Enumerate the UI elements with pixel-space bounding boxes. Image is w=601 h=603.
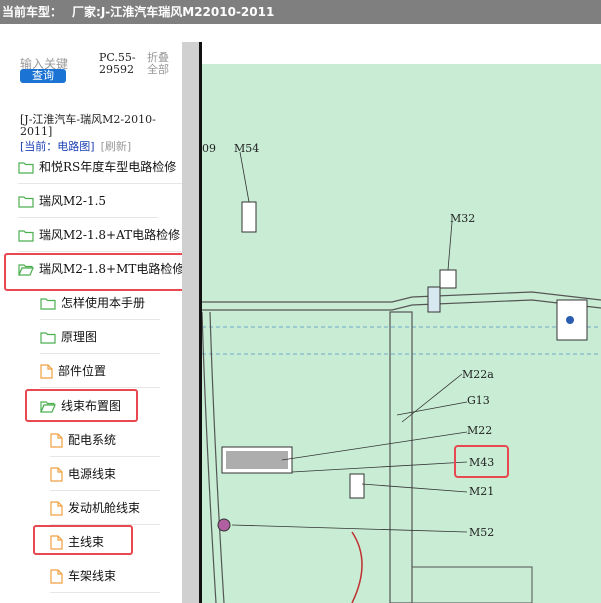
- document-icon: [40, 364, 53, 379]
- callout-m43: M43: [469, 456, 494, 469]
- tree-item-power-distribution[interactable]: 配电系统: [50, 423, 160, 457]
- diagram-viewer[interactable]: 09 M54 M32 M22a G13 M22 M43 M21 M52: [202, 42, 601, 603]
- tree-item-m2-15[interactable]: 瑞风M2-1.5: [18, 184, 158, 218]
- tree-item-m2-18-at[interactable]: 瑞风M2-1.8+AT电路检修: [18, 218, 183, 252]
- tree-item-power-harness[interactable]: 电源线束: [50, 457, 160, 491]
- tree-item-label: 怎样使用本手册: [61, 296, 146, 310]
- tree-item-label: 瑞风M2-1.5: [39, 194, 107, 208]
- highlight-box-harness: [25, 389, 138, 422]
- tree-item-label: 部件位置: [58, 364, 107, 378]
- tree-item-label: 电源线束: [68, 467, 117, 481]
- pc-counter: PC.55- 29592: [99, 52, 136, 76]
- folder-icon: [40, 332, 56, 344]
- tree-item-component-location[interactable]: 部件位置: [40, 354, 160, 388]
- document-icon: [50, 569, 63, 584]
- pc-line2: 29592: [99, 63, 134, 76]
- tree-item-label: 发动机舱线束: [68, 501, 141, 515]
- tree-item-heyue-rs[interactable]: 和悦RS年度车型电路检修: [18, 150, 183, 184]
- fold-line2: 全部: [147, 63, 169, 76]
- tree-item-label: 配电系统: [68, 433, 117, 447]
- highlight-box-main: [33, 525, 133, 555]
- fold-all-button[interactable]: 折叠 全部: [147, 52, 169, 76]
- maker-label: 厂家:J-江淮汽车瑞风M22010-2011: [72, 5, 275, 19]
- current-car-label: 当前车型：: [2, 5, 63, 19]
- diagram-background: [202, 64, 601, 603]
- folder-icon: [40, 298, 56, 310]
- callout-m21: M21: [469, 485, 494, 498]
- sidebar-scrollbar[interactable]: [182, 42, 199, 603]
- search-button[interactable]: 查询: [20, 69, 66, 83]
- document-icon: [50, 433, 63, 448]
- folder-icon: [18, 196, 34, 208]
- folder-icon: [18, 230, 34, 242]
- wiring-diagram: 09 M54 M32 M22a G13 M22 M43 M21 M52: [202, 42, 601, 603]
- tree-item-label: 原理图: [61, 330, 98, 344]
- tree-item-label: 车架线束: [68, 569, 117, 583]
- tree-item-schematic[interactable]: 原理图: [40, 320, 160, 354]
- model-title: [J-江淮汽车-瑞风M2-2010- 2011]: [20, 114, 172, 138]
- title-bar: 当前车型： 厂家:J-江淮汽车瑞风M22010-2011: [0, 0, 601, 24]
- tree-item-how-to-use[interactable]: 怎样使用本手册: [40, 286, 160, 320]
- folder-icon: [18, 162, 34, 174]
- callout-m22a: M22a: [462, 368, 494, 381]
- callout-09: 09: [202, 142, 216, 155]
- callout-m54: M54: [234, 142, 259, 155]
- callout-m52: M52: [469, 526, 494, 539]
- callout-m32: M32: [450, 212, 475, 225]
- document-icon: [50, 501, 63, 516]
- callout-m22: M22: [467, 424, 492, 437]
- tree-item-label: 和悦RS年度车型电路检修: [39, 160, 177, 174]
- tree-item-frame-harness[interactable]: 车架线束: [50, 559, 160, 593]
- document-icon: [50, 467, 63, 482]
- model-line2: 2011]: [20, 125, 53, 138]
- tree-item-label: 瑞风M2-1.8+AT电路检修: [39, 228, 181, 242]
- tree-item-engine-harness[interactable]: 发动机舱线束: [50, 491, 160, 525]
- callout-g13: G13: [467, 394, 490, 407]
